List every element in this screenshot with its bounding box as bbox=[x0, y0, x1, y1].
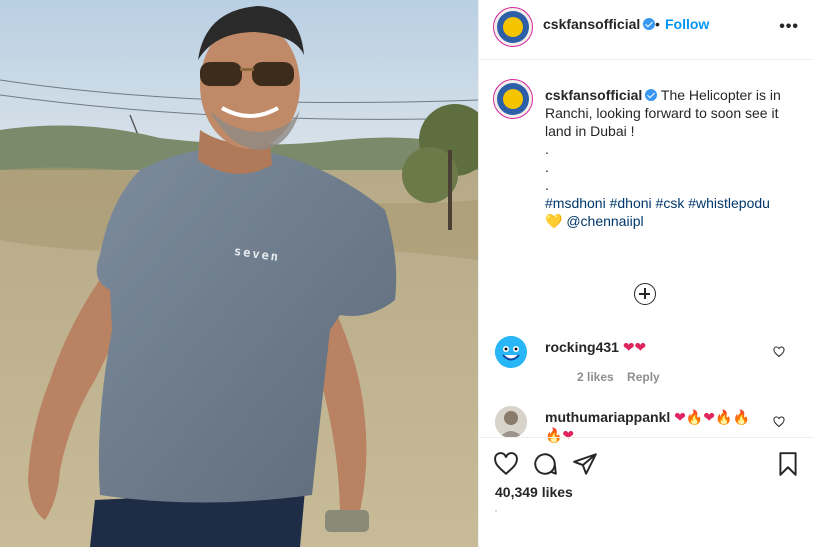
paper-plane-icon[interactable] bbox=[572, 451, 598, 477]
comment-likes-count[interactable]: 2 likes bbox=[577, 370, 614, 384]
smiley-avatar-icon bbox=[495, 336, 527, 368]
follow-button[interactable]: Follow bbox=[665, 16, 709, 32]
author-avatar[interactable] bbox=[493, 7, 533, 47]
csk-lion-logo-icon bbox=[497, 83, 529, 115]
verified-badge-icon bbox=[643, 18, 656, 30]
post-photo-image bbox=[0, 0, 478, 547]
author-username-text[interactable]: cskfansofficial bbox=[543, 16, 640, 32]
comment-text: rocking431 ❤❤ bbox=[545, 338, 785, 356]
comment-body: ❤🔥❤🔥🔥 bbox=[674, 409, 750, 425]
bookmark-icon[interactable] bbox=[775, 451, 801, 477]
commenter-avatar[interactable] bbox=[495, 336, 527, 368]
header-separator: • bbox=[655, 16, 660, 32]
instagram-post: seven cskfansofficial • Follow ••• cskfa… bbox=[0, 0, 814, 547]
comment-reply-button[interactable]: Reply bbox=[627, 370, 660, 384]
csk-lion-logo-icon bbox=[497, 11, 529, 43]
person-avatar-icon bbox=[495, 406, 527, 438]
commenter-avatar[interactable] bbox=[495, 406, 527, 438]
caption-hashtags: #msdhoni #dhoni #csk #whistlepodu bbox=[545, 194, 803, 212]
footer-dot bbox=[495, 510, 497, 512]
heart-outline-icon[interactable] bbox=[773, 346, 785, 358]
heart-outline-icon[interactable] bbox=[493, 451, 519, 477]
verified-badge-icon bbox=[645, 89, 658, 101]
caption-dot: . bbox=[545, 159, 549, 175]
comment-meta: 2 likes Reply bbox=[577, 370, 670, 384]
hashtag-link[interactable]: #csk bbox=[656, 195, 685, 211]
hashtag-link[interactable]: #dhoni bbox=[610, 195, 652, 211]
comment-bubble-icon[interactable] bbox=[532, 451, 558, 477]
comment-text: muthumariappankl ❤🔥❤🔥🔥 🔥❤ bbox=[545, 408, 785, 444]
caption-dot: . bbox=[545, 177, 549, 193]
caption-author-username[interactable]: cskfansofficial bbox=[545, 87, 642, 103]
comment-body-continued: 🔥❤ bbox=[545, 427, 575, 443]
caption-author-avatar[interactable] bbox=[493, 79, 533, 119]
yellow-heart-emoji: 💛 bbox=[545, 213, 563, 229]
author-username[interactable]: cskfansofficial bbox=[543, 16, 656, 32]
post-side-panel: cskfansofficial • Follow ••• cskfansoffi… bbox=[478, 0, 814, 547]
commenter-username[interactable]: rocking431 bbox=[545, 339, 619, 355]
post-photo[interactable]: seven bbox=[0, 0, 478, 547]
caption-mention-line: 💛 @chennaiipl bbox=[545, 212, 803, 230]
hashtag-link[interactable]: #whistlepodu bbox=[688, 195, 770, 211]
commenter-username[interactable]: muthumariappankl bbox=[545, 409, 670, 425]
more-options-icon[interactable]: ••• bbox=[779, 18, 799, 36]
caption-dot: . bbox=[545, 141, 549, 157]
post-header: cskfansofficial • Follow ••• bbox=[479, 0, 814, 60]
post-likes-count[interactable]: 40,349 likes bbox=[495, 484, 573, 500]
caption-text: cskfansofficial The Helicopter is in Ran… bbox=[545, 86, 803, 230]
actions-divider bbox=[479, 437, 814, 438]
plus-circle-icon[interactable] bbox=[634, 283, 656, 305]
comment-body: ❤❤ bbox=[622, 339, 647, 355]
hashtag-link[interactable]: #msdhoni bbox=[545, 195, 606, 211]
mention-link[interactable]: @chennaiipl bbox=[566, 213, 643, 229]
post-actions bbox=[479, 447, 814, 483]
heart-outline-icon[interactable] bbox=[773, 416, 785, 428]
